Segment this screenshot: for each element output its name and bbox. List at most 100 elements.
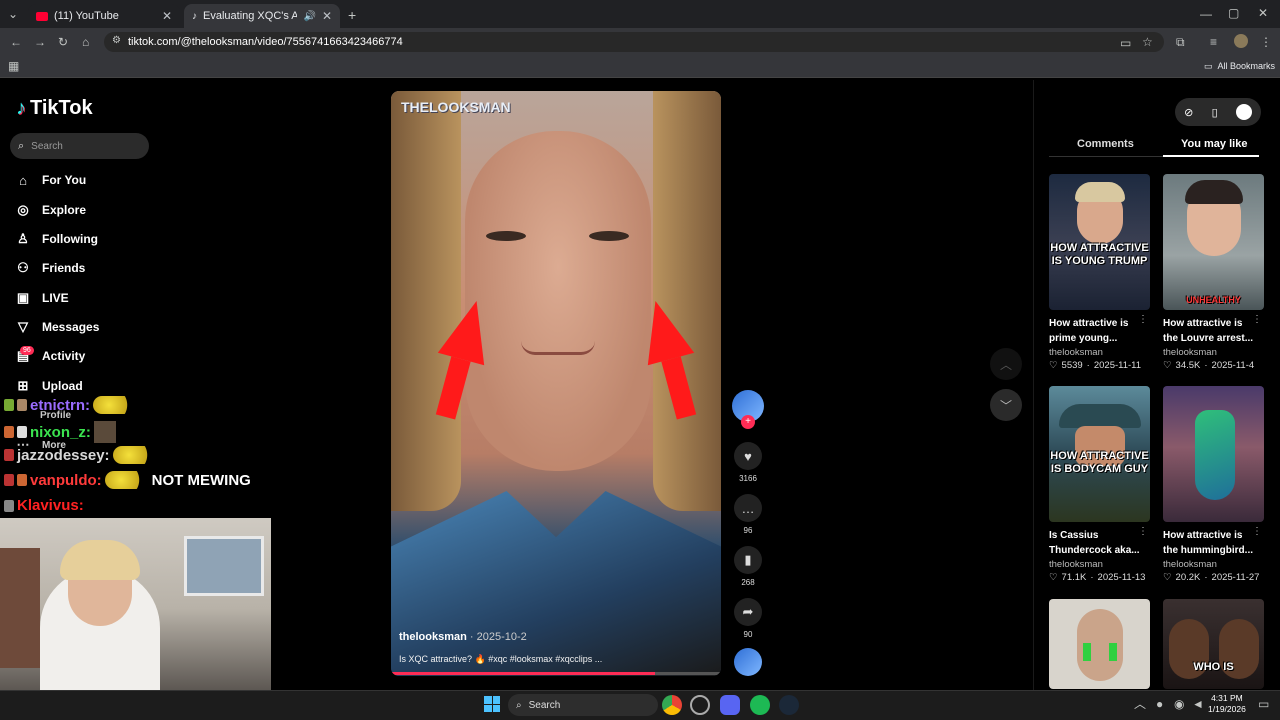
more-options-icon[interactable]: ⋮: [1252, 314, 1262, 325]
close-tab-icon[interactable]: ✕: [322, 9, 332, 23]
maximize-button[interactable]: ▢: [1228, 7, 1239, 19]
card-thumbnail[interactable]: [1049, 599, 1150, 689]
more-options-icon[interactable]: ⋮: [1138, 526, 1148, 537]
cast-icon[interactable]: ▭: [1120, 37, 1131, 49]
card-title[interactable]: Is Cassius Thundercock aka...: [1049, 528, 1143, 558]
recommendation-card[interactable]: WHO IS: [1163, 599, 1264, 689]
share-action[interactable]: ➦ 90: [732, 598, 764, 639]
card-date: 2025-11-13: [1097, 572, 1146, 583]
compass-mode-icon[interactable]: ⊘: [1184, 106, 1193, 119]
recommendation-card[interactable]: UNHEALTHY How attractive is the Louvre a…: [1163, 174, 1264, 371]
chrome-icon[interactable]: [662, 695, 682, 715]
bookmark-star-icon[interactable]: ☆: [1142, 36, 1153, 48]
video-mouth: [521, 341, 595, 355]
card-thumbnail[interactable]: HOW ATTRACTIVE IS YOUNG TRUMP: [1049, 174, 1150, 310]
card-separator: ·: [1204, 572, 1208, 583]
green-arrow-icon: [1109, 643, 1117, 661]
steam-icon[interactable]: [779, 695, 799, 715]
card-title[interactable]: How attractive is prime young...: [1049, 316, 1143, 346]
comment-action[interactable]: … 96: [732, 494, 764, 535]
close-tab-icon[interactable]: ✕: [162, 9, 172, 23]
video-username[interactable]: thelooksman: [399, 631, 467, 643]
reload-icon[interactable]: ↻: [58, 36, 68, 48]
nav-friends[interactable]: ⚇ Friends: [16, 256, 85, 280]
tab-youtube[interactable]: (11) YouTube ✕: [28, 4, 180, 28]
tab-you-may-like[interactable]: You may like: [1181, 138, 1247, 150]
next-video-button[interactable]: ﹀: [990, 389, 1022, 421]
nav-label: Messages: [42, 320, 100, 334]
notification-icon[interactable]: ▭: [1258, 698, 1269, 710]
address-bar[interactable]: ⚙ tiktok.com/@thelooksman/video/75567416…: [104, 32, 1164, 52]
nav-messages[interactable]: ▽ Messages: [16, 315, 99, 339]
tiktok-logo[interactable]: ♪ TikTok: [16, 97, 93, 120]
windows-start-icon[interactable]: [484, 696, 500, 712]
bookmark-icon[interactable]: ▮: [734, 546, 762, 574]
card-thumbnail[interactable]: UNHEALTHY: [1163, 174, 1264, 310]
like-action[interactable]: ♥ 3166: [732, 442, 764, 483]
card-date: 2025-11-4: [1211, 360, 1255, 371]
card-thumbnail[interactable]: WHO IS: [1163, 599, 1264, 689]
mic-icon[interactable]: ●: [1156, 698, 1163, 710]
close-window-button[interactable]: ✕: [1258, 7, 1268, 19]
recommendation-card[interactable]: HOW ATTRACTIVE IS BODYCAM GUY Is Cassius…: [1049, 386, 1150, 583]
volume-icon[interactable]: ◄: [1192, 698, 1204, 710]
recommendation-card[interactable]: How attractive is the hummingbird... ⋮ t…: [1163, 386, 1264, 583]
toggle-knob-icon[interactable]: [1235, 104, 1252, 120]
discord-icon[interactable]: [720, 695, 740, 715]
music-disc-avatar[interactable]: [734, 648, 762, 676]
heart-icon[interactable]: ♥: [734, 442, 762, 470]
apps-grid-icon[interactable]: ▦: [8, 60, 19, 72]
headset-icon[interactable]: ◉: [1174, 698, 1184, 710]
audio-icon[interactable]: 🔊: [303, 11, 315, 22]
home-icon[interactable]: ⌂: [82, 36, 89, 48]
menu-icon[interactable]: ⋮: [1260, 36, 1272, 48]
recommendation-card[interactable]: [1049, 599, 1150, 689]
tray-chevron-icon[interactable]: ︿: [1134, 698, 1146, 710]
new-tab-button[interactable]: +: [348, 8, 356, 22]
card-author[interactable]: thelooksman: [1163, 559, 1264, 570]
minimize-button[interactable]: —: [1200, 8, 1212, 20]
forward-icon[interactable]: →: [34, 36, 46, 48]
app-icon[interactable]: [690, 695, 710, 715]
all-bookmarks[interactable]: ▭ All Bookmarks: [1204, 61, 1275, 72]
recommendation-card[interactable]: HOW ATTRACTIVE IS YOUNG TRUMP How attrac…: [1049, 174, 1150, 371]
nav-for-you[interactable]: ⌂ For You: [16, 168, 86, 192]
share-icon[interactable]: ➦: [734, 598, 762, 626]
comment-icon[interactable]: …: [734, 494, 762, 522]
card-thumbnail[interactable]: HOW ATTRACTIVE IS BODYCAM GUY: [1049, 386, 1150, 522]
card-author[interactable]: thelooksman: [1049, 559, 1150, 570]
extensions-icon[interactable]: ⧉: [1176, 36, 1185, 48]
card-title[interactable]: How attractive is the hummingbird...: [1163, 528, 1257, 558]
card-thumbnail[interactable]: [1163, 386, 1264, 522]
video-player[interactable]: THELOOKSMAN thelooksman · 2025-10-2 Is X…: [391, 91, 721, 676]
more-options-icon[interactable]: ⋮: [1138, 314, 1148, 325]
save-action[interactable]: ▮ 268: [732, 546, 764, 587]
tab-comments[interactable]: Comments: [1077, 138, 1134, 150]
follow-plus-icon[interactable]: +: [741, 415, 755, 429]
profile-avatar-icon[interactable]: [1234, 34, 1248, 48]
spotify-icon[interactable]: [750, 695, 770, 715]
search-input[interactable]: ⌕ Search: [10, 133, 149, 159]
previous-video-button[interactable]: ︿: [990, 348, 1022, 380]
video-author[interactable]: thelooksman · 2025-10-2: [399, 631, 527, 643]
card-author[interactable]: thelooksman: [1049, 347, 1150, 358]
video-watermark: THELOOKSMAN: [401, 99, 511, 115]
card-title[interactable]: How attractive is the Louvre arrest...: [1163, 316, 1257, 346]
taskbar-clock[interactable]: 4:31 PM 1/19/2026: [1208, 693, 1246, 715]
device-icon[interactable]: ▯: [1212, 106, 1218, 119]
nav-upload[interactable]: ⊞ Upload: [16, 374, 83, 398]
nav-following[interactable]: ♙ Following: [16, 227, 98, 251]
taskbar-search[interactable]: ⌕ Search: [508, 694, 658, 716]
back-icon[interactable]: ←: [10, 36, 22, 48]
card-author[interactable]: thelooksman: [1163, 347, 1264, 358]
chat-message: nixon_z:: [4, 421, 116, 443]
tab-tiktok[interactable]: ♪ Evaluating XQC's Attractiv 🔊 ✕: [184, 4, 340, 28]
media-icon[interactable]: ≡: [1210, 36, 1217, 48]
tab-search-icon[interactable]: ⌄: [8, 8, 18, 20]
card-stats: ♡ 34.5K · 2025-11-4: [1163, 360, 1264, 371]
active-tab-underline: [1163, 155, 1259, 157]
nav-explore[interactable]: ◎ Explore: [16, 198, 86, 222]
nav-live[interactable]: ▣ LIVE: [16, 286, 69, 310]
more-options-icon[interactable]: ⋮: [1252, 526, 1262, 537]
site-info-icon[interactable]: ⚙: [112, 36, 121, 46]
